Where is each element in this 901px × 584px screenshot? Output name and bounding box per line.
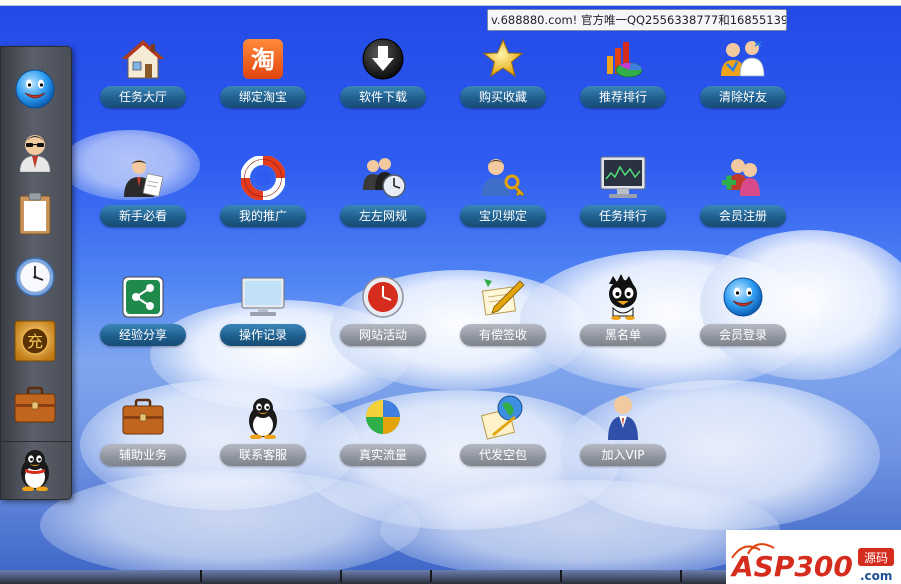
tile-paid-sign[interactable]: 有偿签收 xyxy=(443,272,563,382)
tile-label: 推荐排行 xyxy=(580,86,666,108)
tile-item-binding[interactable]: 宝贝绑定 xyxy=(443,153,563,263)
tile-aux-business[interactable]: 辅助业务 xyxy=(83,392,203,502)
tile-label: 会员注册 xyxy=(700,205,786,227)
palm-tree xyxy=(560,570,562,582)
tile-clear-friends[interactable]: 清除好友 xyxy=(683,34,803,144)
clock-icon xyxy=(15,257,55,297)
sidebar-item-briefcase[interactable] xyxy=(9,379,61,431)
palm-tree xyxy=(430,570,432,582)
tile-site-rules[interactable]: 左左网规 xyxy=(323,153,443,263)
tile-task-rank[interactable]: 任务排行 xyxy=(563,153,683,263)
reader-icon xyxy=(118,153,168,203)
penguin-icon xyxy=(21,450,49,491)
tile-buy-collect[interactable]: 购买收藏 xyxy=(443,34,563,144)
tile-newbie-guide[interactable]: 新手必看 xyxy=(83,153,203,263)
sidebar-item-smiley[interactable] xyxy=(9,63,61,115)
sidebar-divider xyxy=(1,441,71,442)
tile-label: 任务大厅 xyxy=(100,86,186,108)
sidebar-item-clipboard[interactable] xyxy=(9,187,61,239)
tile-label: 任务排行 xyxy=(580,205,666,227)
tile-operation-log[interactable]: 操作记录 xyxy=(203,272,323,382)
tooltip: v.688880.com! 官方唯一QQ2556338777和168551393 xyxy=(487,9,787,31)
house-icon xyxy=(118,34,168,84)
tile-label: 购买收藏 xyxy=(460,86,546,108)
tile-task-hall[interactable]: 任务大厅 xyxy=(83,34,203,144)
clipboard-icon xyxy=(19,192,51,235)
star-icon xyxy=(478,34,528,84)
user-key-icon xyxy=(478,153,528,203)
pen-sign-icon xyxy=(478,272,528,322)
tile-label: 经验分享 xyxy=(100,324,186,346)
tile-label: 真实流量 xyxy=(340,444,426,466)
tile-label: 网站活动 xyxy=(340,324,426,346)
tile-site-activity[interactable]: 网站活动 xyxy=(323,272,443,382)
tile-real-traffic[interactable]: 真实流量 xyxy=(323,392,443,502)
top-bar xyxy=(0,0,901,6)
briefcase-icon xyxy=(118,392,168,442)
tile-join-vip[interactable]: 加入VIP xyxy=(563,392,683,502)
tile-label: 会员登录 xyxy=(700,324,786,346)
agent-icon xyxy=(19,135,51,172)
taobao-glyph: 淘 xyxy=(251,46,275,74)
person-icon xyxy=(598,392,648,442)
recharge-glyph: 充 xyxy=(27,332,43,351)
smiley-icon xyxy=(718,272,768,322)
tile-empty-parcel[interactable]: 代发空包 xyxy=(443,392,563,502)
palm-tree xyxy=(680,570,682,582)
tile-label: 我的推广 xyxy=(220,205,306,227)
monitor-icon xyxy=(238,272,288,322)
watermark-domain: .com xyxy=(860,569,892,583)
taobao-icon: 淘 xyxy=(238,34,288,84)
tile-label: 黑名单 xyxy=(580,324,666,346)
share-icon xyxy=(118,272,168,322)
sidebar-item-penguin[interactable] xyxy=(9,443,61,495)
tile-label: 有偿签收 xyxy=(460,324,546,346)
sidebar-item-recharge[interactable]: 充 xyxy=(9,315,61,367)
watermark-brand: ASP300 xyxy=(730,550,853,583)
user-add-icon xyxy=(718,153,768,203)
asp300-logo: ASP300 源码 .com xyxy=(730,543,894,583)
tile-software-download[interactable]: 软件下载 xyxy=(323,34,443,144)
tile-label: 绑定淘宝 xyxy=(220,86,306,108)
tile-contact-support[interactable]: 联系客服 xyxy=(203,392,323,502)
watermark-sub: 源码 xyxy=(864,551,888,565)
tile-experience-share[interactable]: 经验分享 xyxy=(83,272,203,382)
palm-tree xyxy=(200,570,202,582)
palm-tree xyxy=(340,570,342,582)
tile-bind-taobao[interactable]: 淘 绑定淘宝 xyxy=(203,34,323,144)
download-icon xyxy=(358,34,408,84)
monitor-chart-icon xyxy=(598,153,648,203)
tile-my-promotion[interactable]: 我的推广 xyxy=(203,153,323,263)
users-icon xyxy=(718,34,768,84)
globe-pen-icon xyxy=(478,392,528,442)
tile-label: 辅助业务 xyxy=(100,444,186,466)
briefcase-icon xyxy=(14,386,56,423)
sidebar-item-agent[interactable] xyxy=(9,124,61,176)
sidebar-item-clock[interactable] xyxy=(9,251,61,303)
chart-icon xyxy=(598,34,648,84)
penguin-icon xyxy=(238,392,288,442)
tile-label: 清除好友 xyxy=(700,86,786,108)
sidebar: 充 xyxy=(0,46,72,500)
tile-blacklist[interactable]: 黑名单 xyxy=(563,272,683,382)
pie-icon xyxy=(358,392,408,442)
tile-label: 软件下载 xyxy=(340,86,426,108)
tile-label: 加入VIP xyxy=(580,444,666,466)
tile-label: 操作记录 xyxy=(220,324,306,346)
red-clock-icon xyxy=(358,272,408,322)
watermark-logo: ASP300 源码 .com xyxy=(726,530,901,584)
tile-label: 代发空包 xyxy=(460,444,546,466)
tile-member-login[interactable]: 会员登录 xyxy=(683,272,803,382)
tile-label: 宝贝绑定 xyxy=(460,205,546,227)
tile-label: 新手必看 xyxy=(100,205,186,227)
tile-recommend-rank[interactable]: 推荐排行 xyxy=(563,34,683,144)
tile-label: 联系客服 xyxy=(220,444,306,466)
badtz-icon xyxy=(598,272,648,322)
lifebuoy-icon xyxy=(238,153,288,203)
tile-label: 左左网规 xyxy=(340,205,426,227)
tile-member-register[interactable]: 会员注册 xyxy=(683,153,803,263)
group-clock-icon xyxy=(358,153,408,203)
smiley-icon xyxy=(15,69,55,109)
recharge-icon: 充 xyxy=(14,320,56,362)
